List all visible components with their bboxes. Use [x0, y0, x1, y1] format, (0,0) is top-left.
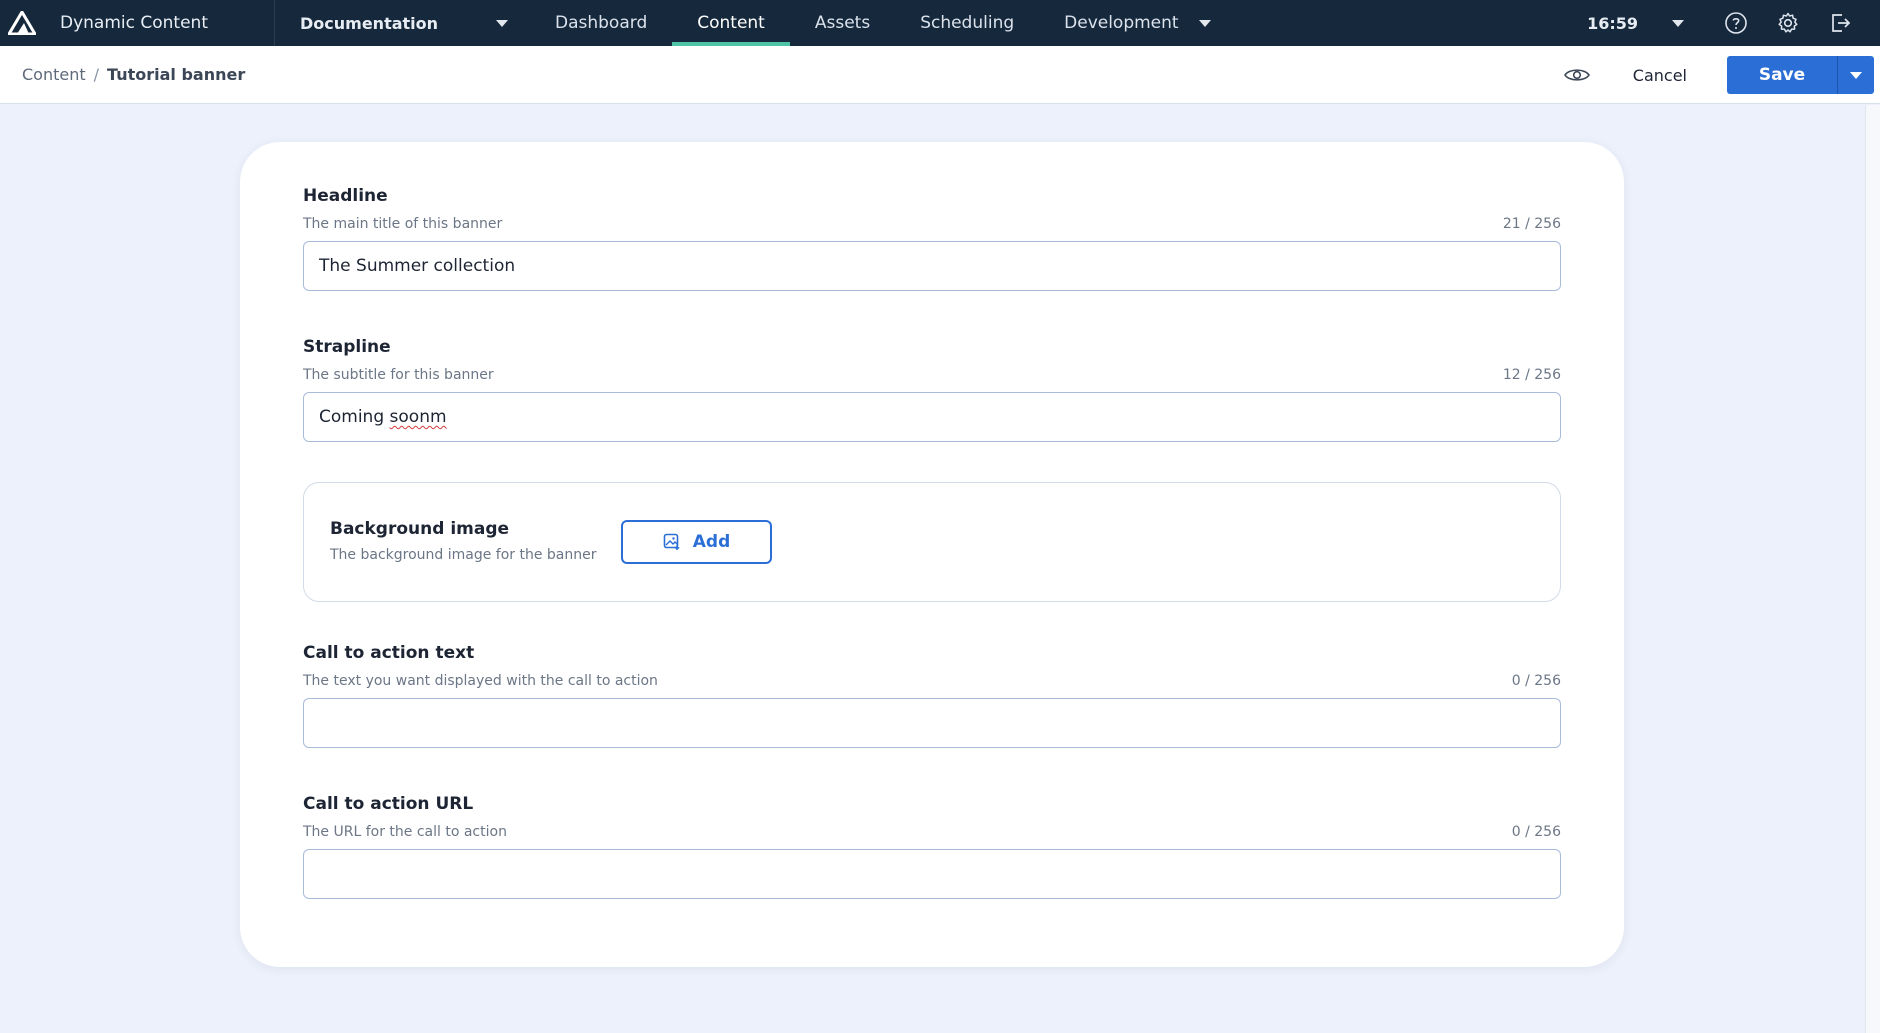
headline-field: Headline The main title of this banner 2… [303, 186, 1561, 291]
cancel-button[interactable]: Cancel [1633, 66, 1687, 85]
cta-url-field: Call to action URL The URL for the call … [303, 794, 1561, 899]
field-label: Call to action text [303, 643, 475, 663]
clock-dropdown-chevron-icon[interactable] [1672, 19, 1684, 27]
sub-header: Content / Tutorial banner Cancel Save [0, 46, 1880, 104]
tab-development[interactable]: Development [1039, 0, 1235, 46]
save-button[interactable]: Save [1727, 56, 1837, 94]
hub-name: Documentation [300, 13, 439, 33]
cta-url-input[interactable] [303, 849, 1561, 899]
field-label: Strapline [303, 337, 391, 357]
strapline-field: Strapline The subtitle for this banner 1… [303, 337, 1561, 442]
tab-dashboard[interactable]: Dashboard [530, 0, 672, 46]
vertical-scrollbar[interactable] [1865, 105, 1880, 1033]
strapline-value: Coming soonm [319, 407, 447, 427]
breadcrumb: Content / Tutorial banner [22, 65, 245, 84]
field-label: Headline [303, 186, 388, 206]
strapline-input[interactable]: Coming soonm [303, 392, 1561, 442]
background-image-field: Background image The background image fo… [303, 482, 1561, 602]
add-image-button[interactable]: Add [621, 520, 772, 564]
field-label: Background image [330, 519, 510, 539]
cta-text-input[interactable] [303, 698, 1561, 748]
settings-icon[interactable] [1776, 11, 1800, 35]
char-counter: 21 / 256 [1502, 216, 1561, 232]
tab-label: Content [697, 13, 765, 33]
tab-label: Development [1064, 13, 1179, 33]
chevron-down-icon [496, 19, 508, 27]
add-label: Add [692, 532, 731, 552]
char-counter: 0 / 256 [1511, 673, 1561, 689]
field-help: The background image for the banner [330, 547, 597, 563]
app-logo-icon [8, 11, 36, 35]
char-counter: 0 / 256 [1511, 824, 1561, 840]
field-help: The subtitle for this banner [303, 367, 494, 383]
char-counter: 12 / 256 [1502, 367, 1561, 383]
clock: 16:59 [1587, 13, 1638, 33]
chevron-down-icon [1198, 19, 1211, 27]
logout-icon[interactable] [1828, 11, 1852, 35]
top-nav: Dynamic Content Documentation Dashboard … [0, 0, 1880, 46]
help-icon[interactable] [1724, 11, 1748, 35]
breadcrumb-separator: / [93, 65, 100, 84]
save-options-button[interactable] [1837, 56, 1874, 94]
cta-text-field: Call to action text The text you want di… [303, 643, 1561, 748]
tab-scheduling[interactable]: Scheduling [895, 0, 1039, 46]
content-form-card: Headline The main title of this banner 2… [240, 142, 1624, 967]
breadcrumb-current: Tutorial banner [107, 65, 246, 84]
brand[interactable]: Dynamic Content [0, 0, 275, 46]
tab-label: Dashboard [555, 13, 648, 33]
spelling-error-word: soonm [389, 407, 447, 427]
eye-icon[interactable] [1563, 65, 1593, 85]
tab-assets[interactable]: Assets [790, 0, 895, 46]
save-button-group: Save [1727, 56, 1874, 94]
headline-input[interactable] [303, 241, 1561, 291]
add-image-icon [663, 533, 681, 551]
tab-content[interactable]: Content [672, 0, 790, 46]
field-help: The main title of this banner [303, 216, 503, 232]
field-label: Call to action URL [303, 794, 474, 814]
app-name: Dynamic Content [60, 13, 208, 33]
chevron-down-icon [1850, 71, 1862, 79]
hub-selector[interactable]: Documentation [275, 0, 530, 46]
tab-label: Assets [814, 13, 871, 33]
field-help: The text you want displayed with the cal… [303, 673, 658, 689]
strapline-value-text: Coming [319, 407, 390, 427]
field-help: The URL for the call to action [303, 824, 507, 840]
breadcrumb-parent-link[interactable]: Content [22, 65, 86, 84]
tab-label: Scheduling [920, 13, 1015, 33]
